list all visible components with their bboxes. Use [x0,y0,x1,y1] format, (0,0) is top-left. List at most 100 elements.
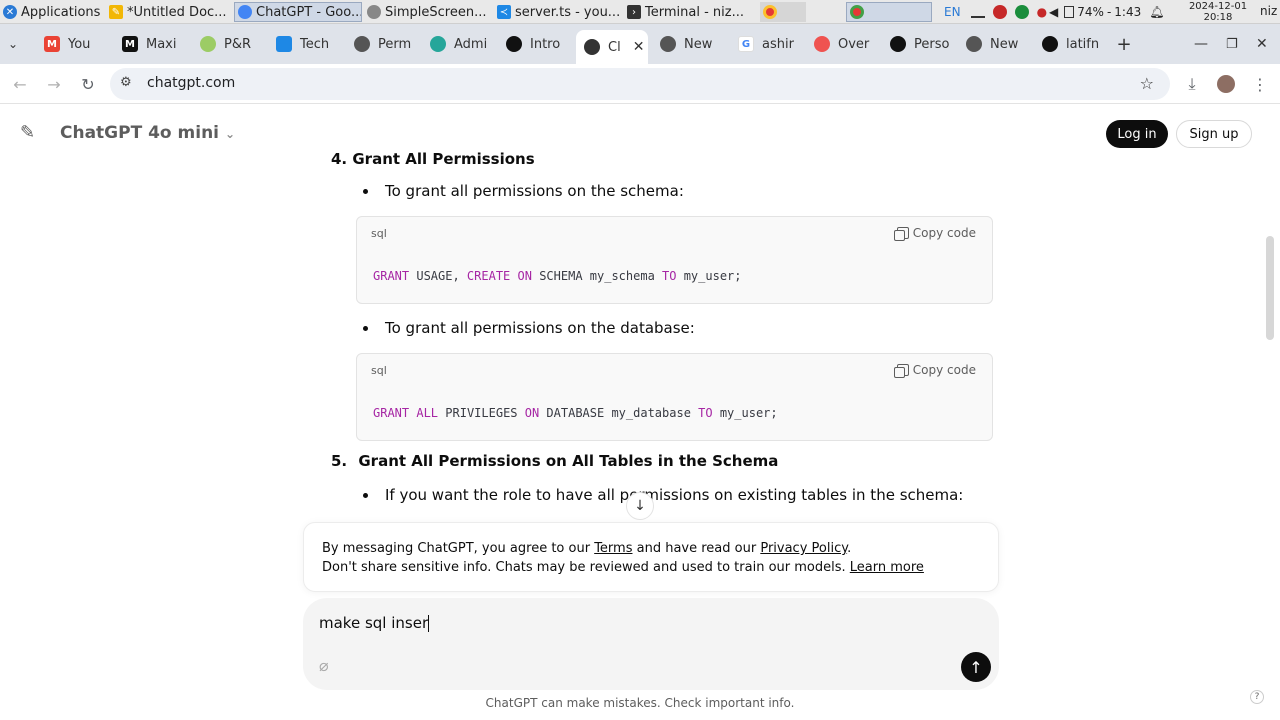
forward-button[interactable]: → [42,72,66,96]
site-info-icon[interactable]: ⚙ [120,75,132,90]
recorder-icon [367,5,381,19]
clock-time: 20:18 [1203,12,1233,23]
signup-button[interactable]: Sign up [1176,120,1252,148]
minimize-window-button[interactable]: — [1194,30,1210,58]
login-button[interactable]: Log in [1106,120,1168,148]
arrow-down-icon: ↓ [634,498,646,514]
chrome-icon [850,5,864,19]
disclaimer-footer: ChatGPT can make mistakes. Check importa… [485,696,795,710]
tech-icon [276,36,292,52]
privacy-policy-link[interactable]: Privacy Policy [760,541,847,556]
terminal-icon: › [627,5,641,19]
bookmark-star-icon[interactable]: ☆ [1140,74,1154,93]
clock-date: 2024-12-01 [1188,1,1248,12]
url-text[interactable]: chatgpt.com [147,75,235,91]
pencil-icon: ✎ [109,5,123,19]
new-chat-icon[interactable]: ✎ [20,122,35,143]
user-name[interactable]: niz [1260,4,1277,18]
copy-icon [893,364,909,378]
address-bar[interactable]: ⚙ chatgpt.com ☆ [110,68,1170,100]
taskbar-item-chrome[interactable]: ChatGPT - Goo... [234,2,362,22]
back-button[interactable]: ← [8,72,32,96]
over-icon [814,36,830,52]
section-5-heading: 5. Grant All Permissions on All Tables i… [331,452,779,470]
model-name: ChatGPT 4o mini [60,123,220,143]
reload-button[interactable]: ↻ [76,72,100,96]
taskbar-item-chrome-3[interactable] [846,2,932,22]
scroll-down-button[interactable]: ↓ [626,492,654,520]
text-caret [428,615,430,632]
taskbar-item-terminal[interactable]: › Terminal - niz... [624,2,754,22]
system-tray: EN ● ◀ 74% - 1:43 🔔︎ [944,5,1165,19]
message-input[interactable]: make sql inser [319,614,939,632]
learn-more-link[interactable]: Learn more [850,560,924,575]
chevron-down-icon: ⌄ [224,127,235,141]
close-window-button[interactable]: ✕ [1256,30,1270,58]
list-item: If you want the role to have all permiss… [363,486,963,504]
tab-search-button[interactable]: ⌄ [8,30,32,58]
section-4-heading: 4. Grant All Permissions [331,150,535,166]
battery-percent: 74% [1077,5,1104,19]
tab-14[interactable]: latifn [1042,30,1100,58]
keyboard-layout[interactable]: EN [944,5,961,19]
copy-code-button[interactable]: Copy code [893,363,976,378]
tab-12[interactable]: Perso [890,30,952,58]
maximize-window-button[interactable]: ❐ [1226,30,1240,58]
chatgpt-icon [584,39,600,55]
github-icon [890,36,906,52]
google-icon: G [738,36,754,52]
tab-3[interactable]: P&R [200,30,262,58]
signal-icon[interactable] [970,6,985,18]
scrollbar-thumb[interactable] [1266,236,1274,340]
code-line: GRANT USAGE, CREATE ON SCHEMA my_schema … [373,269,742,283]
battery-icon[interactable] [1064,6,1075,18]
taskbar-item-docs[interactable]: ✎ *Untitled Doc... [106,2,232,22]
bluetooth-icon[interactable] [1014,5,1029,19]
perm-icon [354,36,370,52]
tab-2[interactable]: M Maxi [122,30,184,58]
new-icon [966,36,982,52]
attach-paperclip-icon[interactable]: ⌀ [319,656,329,675]
taskbar-item-screenrecorder[interactable]: SimpleScreen... [364,2,490,22]
code-language: sql [371,364,387,377]
copy-code-button[interactable]: Copy code [893,226,976,241]
tab-5[interactable]: Perm [354,30,416,58]
taskbar-applications-menu[interactable]: ✕ Applications ⋮ [0,2,104,22]
message-composer: make sql inser ⌀ ↑ [303,598,999,690]
tab-4[interactable]: Tech [276,30,338,58]
volume-icon[interactable]: ◀ [1049,5,1058,19]
help-button[interactable]: ? [1250,690,1264,704]
record-icon[interactable] [992,5,1007,19]
profile-avatar[interactable] [1214,72,1238,96]
new-tab-button[interactable]: + [1114,30,1134,58]
chrome-icon [763,5,777,19]
vscode-icon: ≺ [497,5,511,19]
tab-7[interactable]: Intro [506,30,568,58]
tab-13[interactable]: New [966,30,1028,58]
tab-9[interactable]: New [660,30,722,58]
tab-11[interactable]: Over [814,30,876,58]
bell-icon[interactable]: 🔔︎ [1149,5,1164,19]
new-icon [660,36,676,52]
terms-notice: By messaging ChatGPT, you agree to our T… [303,522,999,592]
microphone-icon[interactable]: ● [1037,5,1047,19]
browser-tab-strip: ⌄ M You M Maxi P&R Tech Perm Admi Intro … [0,24,1280,64]
send-button[interactable]: ↑ [961,652,991,682]
applications-icon: ✕ [3,5,17,19]
taskbar-item-vscode[interactable]: ≺ server.ts - you... [494,2,622,22]
tab-8-active[interactable]: Cl ✕ [576,30,648,64]
taskbar-item-chrome-2[interactable] [760,2,806,22]
arrow-up-icon: ↑ [969,657,983,677]
model-selector[interactable]: ChatGPT 4o mini ⌄ [60,123,235,143]
tab-10[interactable]: G ashir [738,30,800,58]
code-language: sql [371,227,387,240]
chevron-down-icon: ⌄ [8,37,19,51]
clock[interactable]: 2024-12-01 20:18 [1186,1,1250,23]
browser-menu-icon[interactable]: ⋮ [1248,72,1272,96]
downloads-icon[interactable]: ⤓ [1180,72,1204,96]
tab-6[interactable]: Admi [430,30,492,58]
code-block-schema: sql Copy code GRANT USAGE, CREATE ON SCH… [356,216,993,304]
tab-1[interactable]: M You [44,30,106,58]
terms-link[interactable]: Terms [594,541,632,556]
close-tab-icon[interactable]: ✕ [633,39,645,55]
